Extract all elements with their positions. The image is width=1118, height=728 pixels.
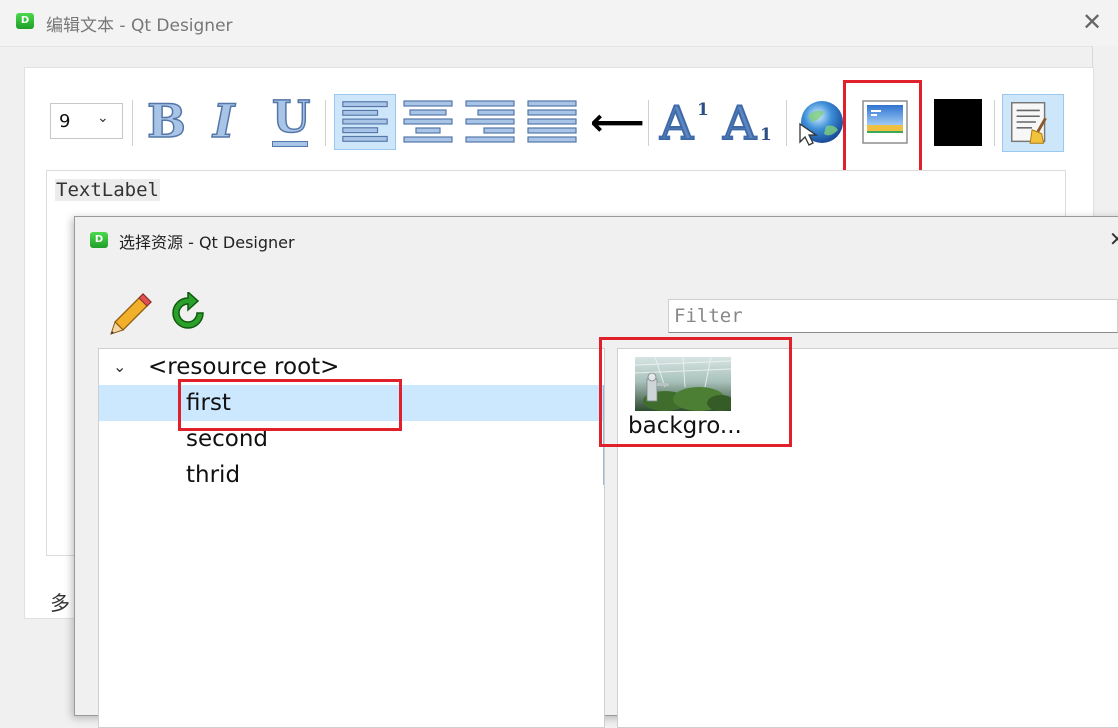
- tree-item-thrid[interactable]: thrid: [99, 457, 604, 493]
- tree-root-item[interactable]: ⌄ <resource root>: [99, 349, 604, 385]
- subscript-icon: A: [722, 95, 757, 151]
- tree-item-label: second: [186, 426, 269, 452]
- clean-document-icon: [1011, 102, 1047, 144]
- italic-button[interactable]: I: [200, 93, 256, 150]
- align-left-icon: [342, 101, 388, 142]
- align-left-button[interactable]: [334, 94, 396, 150]
- tree-item-label: first: [186, 390, 231, 416]
- resource-tree[interactable]: ⌄ <resource root> first second thrid: [98, 348, 605, 728]
- dialog-title: 选择资源 - Qt Designer: [119, 233, 295, 252]
- main-window-title: 编辑文本 - Qt Designer: [46, 16, 233, 36]
- bold-button[interactable]: B: [138, 93, 194, 150]
- window-edge: [1092, 46, 1118, 217]
- arrow-left-icon: ⟵: [590, 100, 645, 144]
- toolbar-separator: [325, 100, 326, 146]
- bold-icon: B: [146, 93, 186, 149]
- insert-link-button[interactable]: [794, 94, 846, 150]
- globe-link-icon: [799, 101, 843, 146]
- font-size-value: 9: [59, 111, 71, 132]
- select-resource-dialog: D 选择资源 - Qt Designer ✕ ⌄ <resource root>…: [74, 216, 1118, 728]
- subscript-mark: 1: [760, 125, 772, 145]
- align-right-button[interactable]: [460, 94, 520, 150]
- main-window-close-button[interactable]: ✕: [1078, 8, 1106, 36]
- filter-input-box[interactable]: [668, 299, 1118, 333]
- dialog-titlebar: D 选择资源 - Qt Designer ✕: [75, 217, 1118, 261]
- qt-designer-app-icon: D: [16, 13, 34, 29]
- superscript-icon: A: [659, 95, 694, 151]
- tree-item-label: thrid: [186, 462, 241, 488]
- pencil-icon: [110, 293, 152, 335]
- greenhouse-image-thumbnail: [634, 356, 735, 411]
- text-color-button[interactable]: [928, 94, 988, 150]
- editor-text: TextLabel: [55, 179, 160, 201]
- edit-resources-button[interactable]: [107, 290, 155, 338]
- text-direction-button[interactable]: ⟵: [588, 94, 644, 150]
- resource-file-label: backgro...: [628, 413, 742, 439]
- toolbar-separator: [786, 100, 787, 146]
- toolbar-separator: [648, 100, 649, 146]
- chevron-down-icon: ⌄: [97, 110, 109, 126]
- color-swatch: [934, 99, 982, 146]
- tree-root-label: <resource root>: [148, 354, 340, 380]
- align-right-icon: [465, 100, 515, 143]
- insert-image-button[interactable]: [858, 94, 912, 150]
- resource-file-list[interactable]: backgro...: [617, 348, 1118, 728]
- toolbar-separator: [132, 100, 133, 146]
- align-center-icon: [403, 100, 453, 143]
- align-justify-icon: [527, 100, 577, 143]
- image-icon: [862, 100, 908, 144]
- filter-input[interactable]: [669, 300, 1117, 332]
- splitter-line: [603, 385, 604, 485]
- simplify-rich-text-button[interactable]: [1002, 94, 1064, 152]
- resource-thumbnail[interactable]: [634, 356, 735, 411]
- reload-button[interactable]: [167, 290, 209, 334]
- tree-item-first[interactable]: first: [99, 385, 604, 421]
- italic-icon: I: [212, 93, 235, 149]
- font-size-combobox[interactable]: 9 ⌄: [50, 103, 123, 139]
- tree-item-second[interactable]: second: [99, 421, 604, 457]
- underline-bar: [272, 141, 308, 147]
- superscript-button[interactable]: A 1: [656, 94, 714, 151]
- chevron-down-icon[interactable]: ⌄: [113, 349, 126, 385]
- dialog-close-button[interactable]: ✕: [1109, 227, 1118, 251]
- reload-icon: [172, 290, 204, 329]
- underline-button[interactable]: U: [262, 91, 318, 150]
- superscript-mark: 1: [697, 100, 709, 120]
- main-window-titlebar: D 编辑文本 - Qt Designer ✕: [0, 0, 1118, 47]
- underline-icon: U: [271, 91, 311, 144]
- subscript-button[interactable]: A 1: [720, 94, 778, 151]
- qt-designer-app-icon: D: [90, 232, 108, 248]
- align-center-button[interactable]: [398, 94, 458, 150]
- align-justify-button[interactable]: [522, 94, 582, 150]
- bottom-tab-label: 多: [50, 591, 70, 615]
- toolbar-separator: [994, 100, 995, 146]
